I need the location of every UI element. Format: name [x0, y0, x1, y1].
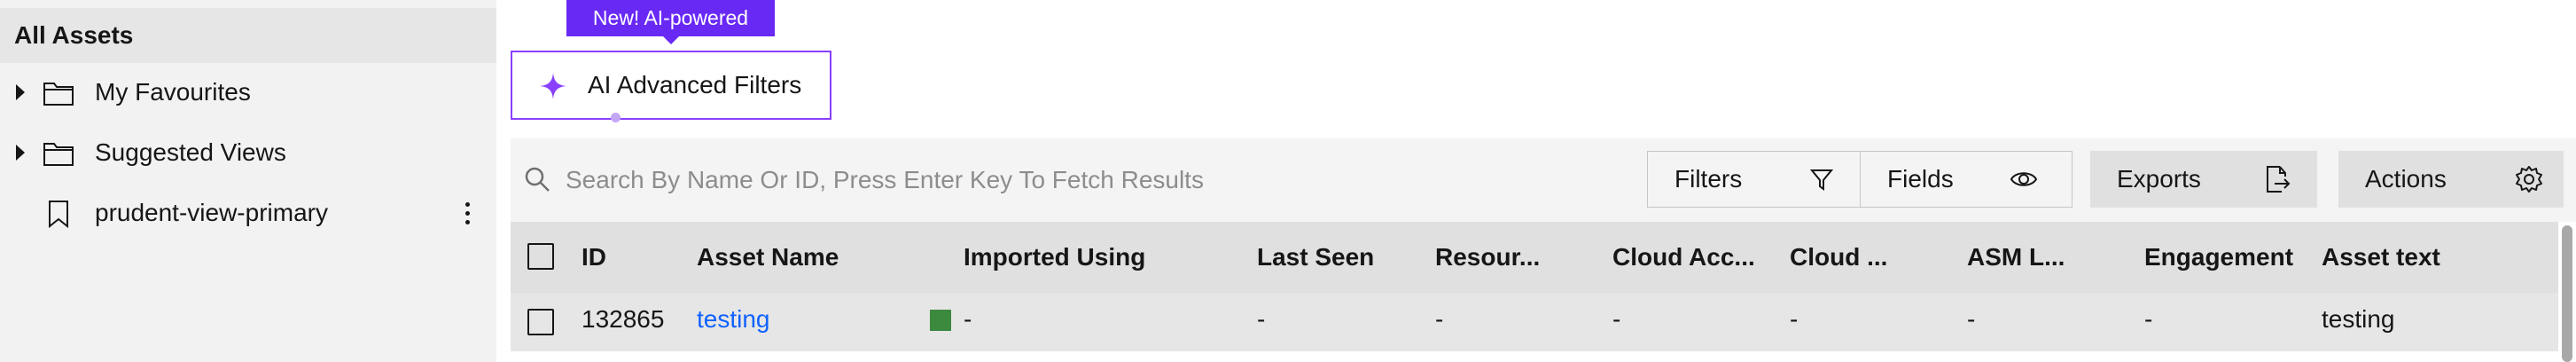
cell-cloud: -	[1790, 305, 1799, 333]
cell-imported-using: -	[964, 305, 972, 333]
sidebar-item-label: prudent-view-primary	[95, 199, 328, 226]
cell-resource: -	[1435, 305, 1444, 333]
column-header-cloud[interactable]: Cloud ...	[1790, 243, 1887, 272]
folder-icon	[43, 140, 74, 173]
column-header-id[interactable]: ID	[582, 243, 606, 272]
search-icon	[523, 165, 551, 198]
fields-button[interactable]: Fields	[1861, 152, 2072, 207]
export-icon	[2264, 165, 2291, 200]
sidebar-header[interactable]: All Assets	[0, 8, 496, 63]
indicator-dot	[611, 113, 621, 122]
cell-cloud-account: -	[1612, 305, 1621, 333]
folder-icon	[43, 80, 74, 113]
column-header-resource[interactable]: Resour...	[1435, 243, 1540, 272]
search-input[interactable]	[564, 158, 1241, 202]
gear-icon	[2515, 165, 2543, 200]
exports-button[interactable]: Exports	[2090, 151, 2317, 208]
column-header-engagement[interactable]: Engagement	[2144, 243, 2293, 272]
vertical-scrollbar[interactable]	[2562, 225, 2572, 362]
eye-icon	[2010, 168, 2038, 197]
sidebar-header-label: All Assets	[14, 21, 134, 49]
caret-right-icon[interactable]	[16, 145, 25, 161]
bookmark-icon	[48, 200, 69, 234]
sidebar-item-label: My Favourites	[95, 78, 251, 106]
cell-engagement: -	[2144, 305, 2153, 333]
filter-icon	[1809, 167, 1834, 198]
actions-button[interactable]: Actions	[2338, 151, 2564, 208]
sidebar-item-prudent-view-primary[interactable]: prudent-view-primary	[0, 185, 496, 240]
cell-asset-text: testing	[2322, 305, 2395, 333]
sidebar-item-label: Suggested Views	[95, 138, 286, 166]
ai-advanced-filters-button[interactable]: AI Advanced Filters	[511, 51, 831, 122]
cell-asm: -	[1967, 305, 1976, 333]
actions-label: Actions	[2365, 165, 2447, 193]
column-header-cloud-account[interactable]: Cloud Acc...	[1612, 243, 1755, 272]
select-all-checkbox[interactable]	[527, 243, 554, 270]
filters-button[interactable]: Filters	[1648, 152, 1860, 207]
ai-powered-badge: New! AI-powered	[566, 0, 775, 36]
fields-label: Fields	[1887, 165, 1954, 193]
sidebar: All Assets My Favourites Suggested Views…	[0, 0, 496, 362]
sparkle-icon	[539, 72, 567, 105]
column-header-asset-name[interactable]: Asset Name	[697, 243, 839, 272]
filters-label: Filters	[1674, 165, 1743, 193]
toolbar: Filters Fields Exports Actions	[511, 138, 2576, 222]
column-header-asm[interactable]: ASM L...	[1967, 243, 2065, 272]
exports-label: Exports	[2117, 165, 2201, 193]
column-header-imported-using[interactable]: Imported Using	[964, 243, 1145, 272]
table-header: ID Asset Name Imported Using Last Seen R…	[511, 222, 2558, 293]
column-header-last-seen[interactable]: Last Seen	[1257, 243, 1374, 272]
ai-powered-badge-label: New! AI-powered	[592, 6, 749, 29]
table-row[interactable]: 132865 testing - - - - - - - testing	[511, 293, 2558, 351]
asset-name-link[interactable]: testing	[697, 305, 770, 334]
caret-right-icon[interactable]	[16, 84, 25, 100]
cell-id: 132865	[582, 305, 665, 333]
sidebar-item-suggested-views[interactable]: Suggested Views	[0, 125, 496, 180]
column-header-asset-text[interactable]: Asset text	[2322, 243, 2440, 272]
row-checkbox[interactable]	[527, 309, 554, 335]
sidebar-item-my-favourites[interactable]: My Favourites	[0, 65, 496, 120]
filter-fields-group: Filters Fields	[1647, 151, 2073, 208]
badge-pointer	[663, 36, 679, 44]
ai-advanced-filters-label: AI Advanced Filters	[588, 71, 802, 98]
overflow-menu-icon[interactable]	[461, 198, 473, 228]
cell-last-seen: -	[1257, 305, 1266, 333]
status-indicator	[930, 310, 951, 331]
